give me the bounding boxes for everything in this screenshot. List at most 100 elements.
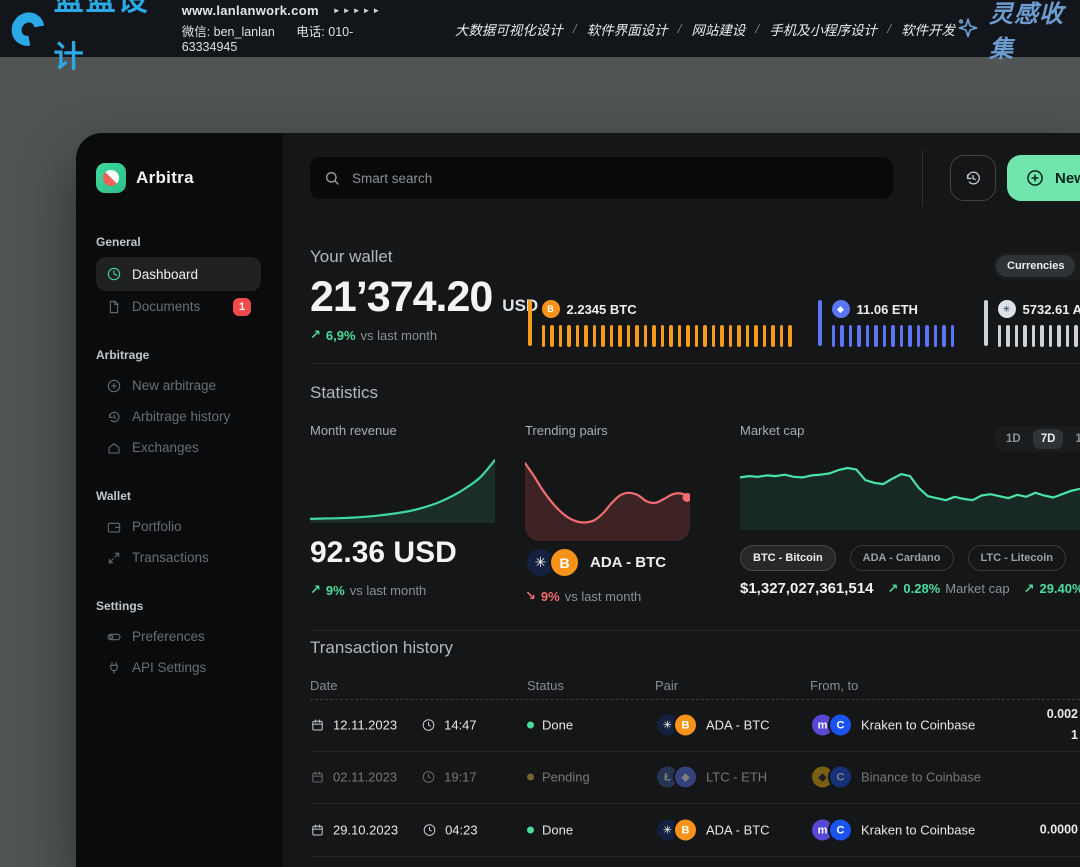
market-cap-range-tabs: 1D7D1M [995, 426, 1080, 452]
sidebar-section-label: General [96, 235, 283, 249]
new-arbitrage-button[interactable]: New arbitrage [1007, 155, 1080, 201]
time-value: 14:47 [444, 718, 477, 733]
pair-coin-icons: Ł◆ [655, 765, 698, 790]
coinbase-coin-icon: C [828, 818, 853, 843]
search-input[interactable] [310, 157, 893, 199]
change-suffix: vs last month [565, 589, 642, 604]
time-value: 04:23 [445, 823, 478, 838]
pair-label: ADA - BTC [706, 718, 770, 733]
topbar-divider [922, 150, 923, 206]
service-item[interactable]: 软件开发 [901, 19, 955, 39]
sidebar-item-label: Arbitrage history [132, 409, 230, 424]
toggle-icon [106, 629, 122, 645]
arrows-decoration: ►►►►► [333, 6, 383, 15]
collect-label: 灵感收集 [989, 0, 1066, 64]
status-dot [527, 774, 534, 781]
range-tab-1m[interactable]: 1M [1067, 429, 1080, 449]
date-value: 02.11.2023 [333, 770, 397, 785]
pair-cell: ✳BADA - BTC [655, 713, 770, 738]
amount-cell: 0.0021 [1047, 704, 1078, 746]
pair-pill-btc[interactable]: BTC - Bitcoin [740, 545, 836, 571]
coinbase-coin-icon: C [828, 765, 853, 790]
history-icon [106, 409, 122, 425]
range-tab-1d[interactable]: 1D [998, 429, 1029, 449]
trending-pair: ✳B ADA - BTC [525, 547, 666, 578]
calendar-icon [310, 718, 325, 733]
sidebar-item-preferences[interactable]: Preferences [96, 621, 261, 652]
volume-change: ↗ 29.40% Volume (24h) [1024, 581, 1080, 597]
pair-cell: Ł◆LTC - ETH [655, 765, 767, 790]
status-dot [527, 827, 534, 834]
market-cap-value: $1,327,027,361,514 [740, 580, 873, 597]
column-header-status: Status [527, 678, 564, 693]
market-cap-chart [740, 455, 1080, 530]
sidebar-item-label: New arbitrage [132, 378, 216, 393]
history-button[interactable] [950, 155, 996, 201]
month-revenue-value: 92.36 USD [310, 536, 457, 570]
dashboard-card: Arbitra GeneralDashboardDocuments1Arbitr… [76, 133, 1080, 867]
sidebar-section-label: Arbitrage [96, 348, 283, 362]
btc-coin-icon: B [673, 818, 698, 843]
website-url[interactable]: www.lanlanwork.com [182, 3, 319, 18]
arbitra-logo-icon [96, 163, 126, 193]
holding-bars [542, 325, 792, 347]
sidebar-item-transactions[interactable]: Transactions [96, 542, 261, 573]
date-value: 29.10.2023 [333, 823, 398, 838]
month-revenue-chart [310, 455, 495, 523]
transaction-history-title: Transaction history [310, 638, 453, 658]
wallet-view-tabs: CurrenciesExchanges [993, 252, 1080, 280]
notification-badge: 1 [233, 298, 251, 316]
service-item[interactable]: 网站建设 [691, 19, 745, 39]
range-tab-7d[interactable]: 7D [1033, 429, 1064, 449]
route-label: Kraken to Coinbase [861, 718, 975, 733]
section-divider [310, 363, 1080, 364]
new-arbitrage-label: New arbitrage [1055, 170, 1080, 187]
services-separator: / [573, 21, 577, 37]
sidebar-item-label: Preferences [132, 629, 205, 644]
balance-value: 21’374.20 [310, 273, 492, 322]
amount-line: 0.0000 [1040, 820, 1078, 841]
banner-contact-line: 微信: ben_lanlan 电话: 010-63334945 [182, 21, 385, 54]
service-item[interactable]: 手机及小程序设计 [769, 19, 877, 39]
sidebar-item-documents[interactable]: Documents1 [96, 291, 261, 322]
search-icon [324, 170, 340, 186]
status-label: Done [542, 823, 573, 838]
table-row[interactable]: 29.10.202304:23Done✳BADA - BTCmCKraken t… [310, 804, 1080, 857]
sidebar-item-api-settings[interactable]: API Settings [96, 652, 261, 683]
amount-cell: 0.0000 [1040, 820, 1078, 841]
service-item[interactable]: 软件界面设计 [587, 19, 668, 39]
pair-label: ADA - BTC [706, 823, 770, 838]
sidebar-item-arbitrage-history[interactable]: Arbitrage history [96, 401, 261, 432]
brand-name: 蓝蓝设计 [54, 0, 160, 86]
pair-pill-ltc[interactable]: LTC - Litecoin [968, 545, 1067, 571]
table-row[interactable]: 02.11.202319:17PendingŁ◆LTC - ETH◆CBinan… [310, 751, 1080, 804]
wallet-tab-currencies[interactable]: Currencies [996, 255, 1075, 277]
date-cell: 29.10.2023 04:23 [310, 823, 478, 838]
service-item[interactable]: 大数据可视化设计 [455, 19, 563, 39]
gauge-icon [106, 266, 122, 282]
holding-label: ✳5732.61 ADA [998, 300, 1080, 318]
market-cap-pair-pills: BTC - Bitcoin ADA - Cardano LTC - Litecoin… [740, 545, 1080, 571]
table-row[interactable]: 12.11.202314:47Done✳BADA - BTCmCKraken t… [310, 699, 1080, 752]
inspiration-collect[interactable]: 灵感收集 [955, 0, 1066, 64]
sidebar-item-new-arbitrage[interactable]: New arbitrage [96, 370, 261, 401]
holding-divider [818, 300, 822, 346]
btc-coin-icon: B [542, 300, 560, 318]
market-cap-change: ↗ 0.28% Market cap [887, 581, 1009, 597]
pair-cell: ✳BADA - BTC [655, 818, 770, 843]
column-header-pair: Pair [655, 678, 678, 693]
plug-icon [106, 660, 122, 676]
coinbase-coin-icon: C [828, 713, 853, 738]
wallet-change: ↗ 6,9% vs last month [310, 327, 437, 343]
sidebar-item-dashboard[interactable]: Dashboard [96, 257, 261, 291]
sidebar-section-label: Wallet [96, 489, 283, 503]
sidebar-item-exchanges[interactable]: Exchanges [96, 432, 261, 463]
file-icon [106, 299, 122, 315]
time-value: 19:17 [444, 770, 477, 785]
pair-pill-ada[interactable]: ADA - Cardano [850, 545, 954, 571]
cap-change-label: Market cap [945, 581, 1009, 596]
sidebar-item-portfolio[interactable]: Portfolio [96, 511, 261, 542]
route-coin-icons: ◆C [810, 765, 853, 790]
amount-line: 0.002 [1047, 704, 1078, 725]
trend-up-icon: ↗ [310, 582, 321, 598]
